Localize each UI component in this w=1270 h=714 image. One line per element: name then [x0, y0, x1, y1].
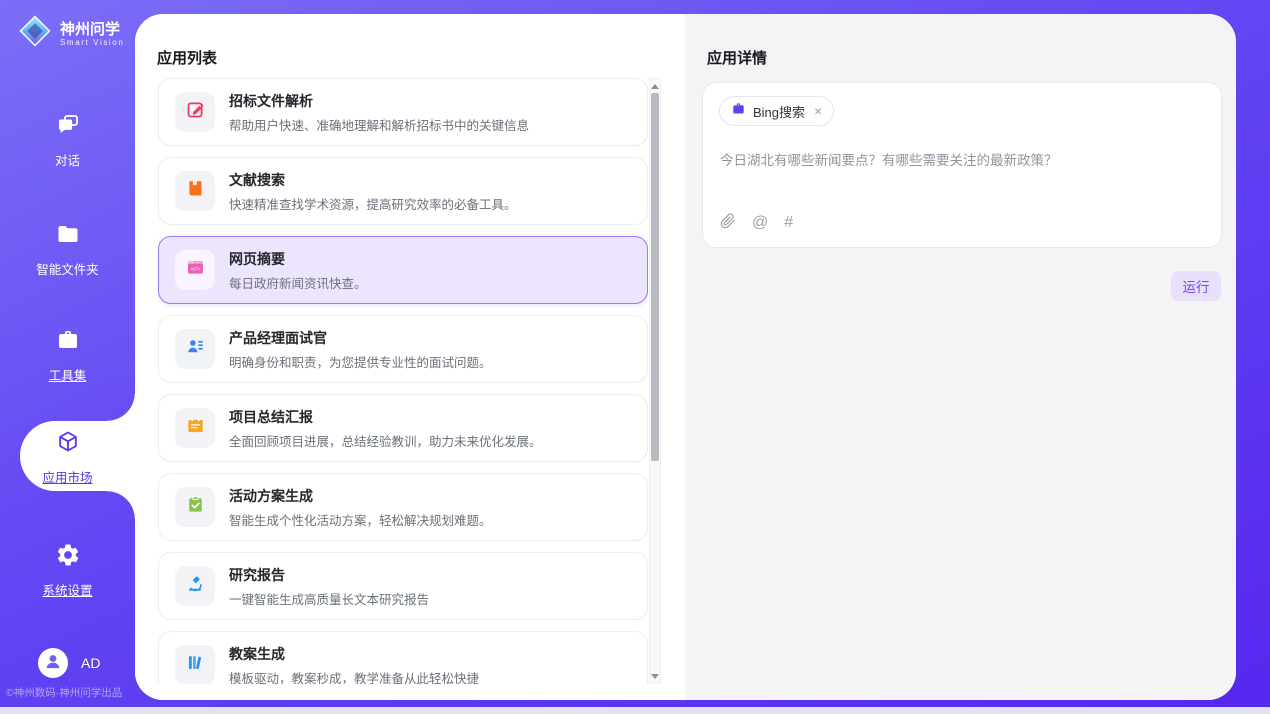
- sidebar-item-cube[interactable]: 应用市场: [0, 429, 135, 486]
- sidebar-item-folder[interactable]: 智能文件夹: [0, 221, 135, 278]
- book-icon: [185, 178, 206, 204]
- sidebar: 神州问学 Smart Vision 对话 智能文件夹 工具集 应用市场 系统设置…: [0, 0, 135, 714]
- at-icon[interactable]: @: [752, 215, 768, 231]
- scrollbar-thumb[interactable]: [651, 93, 659, 461]
- app-card[interactable]: 招标文件解析帮助用户快速、准确地理解和解析招标书中的关键信息: [158, 78, 648, 146]
- prompt-input[interactable]: Bing搜索 × 今日湖北有哪些新闻要点？有哪些需要关注的最新政策？ @ #: [702, 82, 1222, 248]
- app-name: 项目总结汇报: [229, 407, 542, 427]
- prompt-text: 今日湖北有哪些新闻要点？有哪些需要关注的最新政策？: [720, 151, 1201, 170]
- app-card[interactable]: 产品经理面试官明确身份和职责，为您提供专业性的面试问题。: [158, 315, 648, 383]
- paperclip-icon[interactable]: [720, 213, 736, 233]
- app-icon-tile: [175, 171, 215, 211]
- sidebar-item-label: 智能文件夹: [36, 259, 99, 278]
- sidebar-footer: ©神州数码·神州问学出品: [6, 685, 135, 700]
- app-icon-tile: [175, 92, 215, 132]
- sidebar-item-label: 系统设置: [42, 580, 92, 599]
- app-card[interactable]: 活动方案生成智能生成个性化活动方案，轻松解决规划难题。: [158, 473, 648, 541]
- app-description: 明确身份和职责，为您提供专业性的面试问题。: [229, 352, 492, 371]
- brand-name: 神州问学: [60, 21, 124, 38]
- app-icon-tile: [175, 566, 215, 606]
- scroll-up-arrow-icon[interactable]: [650, 80, 660, 92]
- folder-icon: [55, 221, 81, 252]
- app-card[interactable]: 文献搜索快速精准查找学术资源，提高研究效率的必备工具。: [158, 157, 648, 225]
- app-list-scrollbar[interactable]: [649, 78, 661, 684]
- chat-icon: [55, 112, 81, 143]
- app-description: 快速精准查找学术资源，提高研究效率的必备工具。: [229, 194, 517, 213]
- research-icon: [185, 573, 206, 599]
- app-description: 模板驱动，教案秒成，教学准备从此轻松快捷: [229, 668, 479, 685]
- user-menu[interactable]: AD: [38, 648, 100, 678]
- app-card[interactable]: 项目总结汇报全面回顾项目进展，总结经验教训，助力未来优化发展。: [158, 394, 648, 462]
- app-icon-tile: </>: [175, 250, 215, 290]
- app-detail-title: 应用详情: [707, 47, 767, 68]
- brand-subtitle: Smart Vision: [60, 38, 124, 47]
- app-description: 智能生成个性化活动方案，轻松解决规划难题。: [229, 510, 492, 529]
- app-icon-tile: [175, 487, 215, 527]
- app-card[interactable]: 研究报告一键智能生成高质量长文本研究报告: [158, 552, 648, 620]
- sidebar-item-label: 工具集: [49, 365, 87, 384]
- app-name: 网页摘要: [229, 249, 367, 269]
- app-name: 文献搜索: [229, 170, 517, 190]
- gear-icon: [55, 542, 81, 573]
- scroll-down-arrow-icon[interactable]: [650, 670, 660, 682]
- brand-logo: 神州问学 Smart Vision: [18, 14, 124, 53]
- app-name: 研究报告: [229, 565, 429, 585]
- close-icon[interactable]: ×: [814, 104, 822, 118]
- app-description: 每日政府新闻资讯快查。: [229, 273, 367, 292]
- sidebar-item-label: 对话: [55, 150, 80, 169]
- app-list-title: 应用列表: [157, 47, 217, 68]
- sidebar-item-gear[interactable]: 系统设置: [0, 542, 135, 599]
- app-list-pane: 应用列表 招标文件解析帮助用户快速、准确地理解和解析招标书中的关键信息 文献搜索…: [135, 14, 685, 700]
- user-name: AD: [81, 655, 100, 671]
- sidebar-item-toolbox[interactable]: 工具集: [0, 327, 135, 384]
- app-description: 帮助用户快速、准确地理解和解析招标书中的关键信息: [229, 115, 529, 134]
- clipboard-check-icon: [185, 494, 206, 520]
- briefcase-icon: [731, 101, 746, 121]
- main-content: 应用列表 招标文件解析帮助用户快速、准确地理解和解析招标书中的关键信息 文献搜索…: [135, 14, 1236, 700]
- tool-tag-label: Bing搜索: [753, 102, 805, 121]
- diamond-logo-icon: [18, 14, 52, 53]
- app-description: 全面回顾项目进展，总结经验教训，助力未来优化发展。: [229, 431, 542, 450]
- tool-tag-bing[interactable]: Bing搜索 ×: [719, 96, 834, 126]
- app-card[interactable]: </> 网页摘要每日政府新闻资讯快查。: [158, 236, 648, 304]
- edit-doc-icon: [185, 99, 206, 125]
- prompt-toolbar: @ #: [720, 213, 793, 233]
- person-icon: [43, 651, 63, 676]
- hash-icon[interactable]: #: [784, 215, 793, 231]
- books-icon: [185, 652, 206, 678]
- app-icon-tile: [175, 645, 215, 684]
- avatar: [38, 648, 68, 678]
- calendar-icon: [185, 415, 206, 441]
- webpage-code-icon: </>: [185, 257, 206, 283]
- app-name: 活动方案生成: [229, 486, 492, 506]
- app-name: 产品经理面试官: [229, 328, 492, 348]
- cube-icon: [55, 429, 81, 460]
- app-list: 招标文件解析帮助用户快速、准确地理解和解析招标书中的关键信息 文献搜索快速精准查…: [158, 78, 648, 684]
- svg-text:</>: </>: [190, 267, 201, 273]
- app-detail-pane: 应用详情 Bing搜索 × 今日湖北有哪些新闻要点？有哪些需要关注的最新政策？: [685, 14, 1236, 700]
- run-button[interactable]: 运行: [1171, 271, 1221, 301]
- toolbox-icon: [55, 327, 81, 358]
- app-icon-tile: [175, 408, 215, 448]
- sidebar-item-label: 应用市场: [42, 467, 92, 486]
- app-name: 教案生成: [229, 644, 479, 664]
- app-icon-tile: [175, 329, 215, 369]
- sidebar-item-chat[interactable]: 对话: [0, 112, 135, 169]
- interview-icon: [185, 336, 206, 362]
- bottom-edge: [0, 707, 1270, 714]
- app-card[interactable]: 教案生成模板驱动，教案秒成，教学准备从此轻松快捷: [158, 631, 648, 684]
- app-name: 招标文件解析: [229, 91, 529, 111]
- app-description: 一键智能生成高质量长文本研究报告: [229, 589, 429, 608]
